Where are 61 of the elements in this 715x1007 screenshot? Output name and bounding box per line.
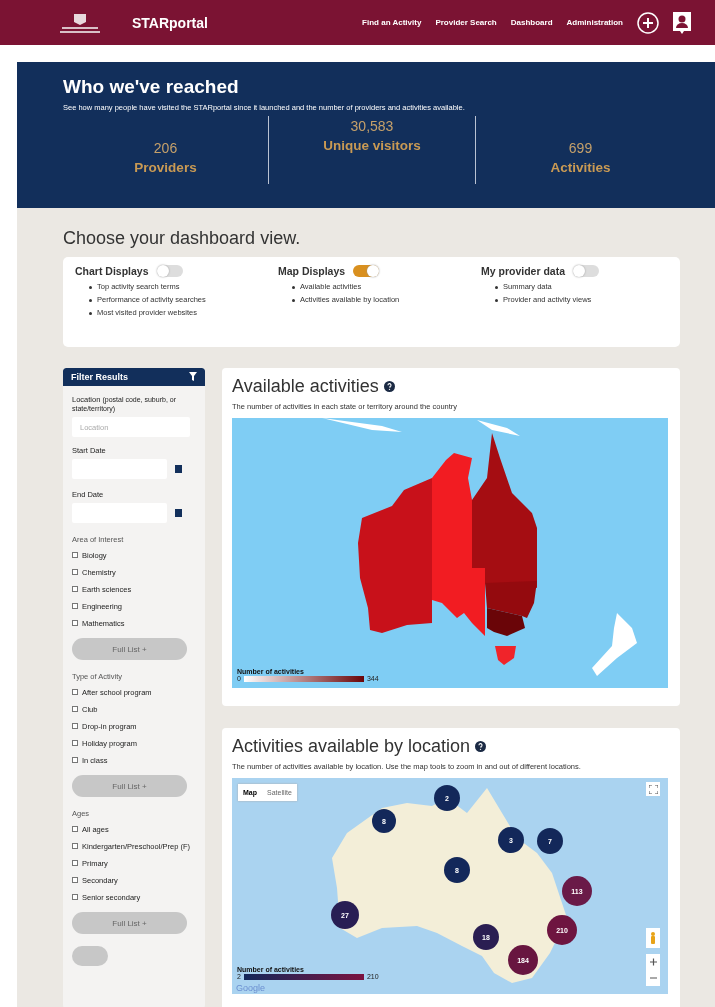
section-title: Choose your dashboard view. [63,228,302,249]
map-attribution: Google [236,983,266,993]
toggle-switch[interactable] [573,265,600,277]
help-icon[interactable] [383,381,395,392]
nav-link[interactable]: Dashboard [510,18,553,27]
clipped-button[interactable] [72,946,108,966]
full-list-button[interactable]: Full List + [72,912,187,934]
view-option-label: Chart Displays [75,265,149,277]
checkbox[interactable] [72,603,78,609]
stat-label: Unique visitors [323,138,421,153]
checkbox[interactable] [72,826,78,832]
bullet-icon [89,298,92,302]
island-drawing [592,613,637,676]
checkbox[interactable] [72,620,78,626]
banner-title: Who we've reached [63,76,240,98]
checkbox[interactable] [72,689,78,695]
view-option-label: My provider data [481,265,566,277]
bullet-icon [495,285,498,289]
full-list-button[interactable]: Full List + [72,775,187,797]
checkbox[interactable] [72,757,78,763]
checkbox[interactable] [72,860,78,866]
filter-icon[interactable] [189,372,197,381]
bullet-icon [292,298,295,302]
user-icon[interactable] [673,11,691,34]
checkbox[interactable] [72,894,78,900]
crest-logo [58,11,102,34]
island-drawing [477,420,520,436]
checkbox[interactable] [72,586,78,592]
zoom-control[interactable] [646,954,660,986]
checkbox[interactable] [72,723,78,729]
nav-link[interactable]: Provider Search [435,18,497,27]
bullet-icon [292,285,295,289]
nav-link[interactable]: Administration [566,18,623,27]
add-icon[interactable] [637,11,659,34]
bullet-icon [495,298,498,302]
checkbox[interactable] [72,569,78,575]
view-option-label: Map Displays [278,265,346,277]
checkbox[interactable] [72,877,78,883]
person-icon [650,932,656,944]
filter-title: Filter Results [71,372,128,382]
stat-label: Providers [134,159,197,175]
stat-value: 699 [568,139,593,156]
stat-value: 30,583 [350,118,394,134]
card-title: Activities available by location [232,736,471,757]
checkbox[interactable] [72,706,78,712]
stat-label: Activities [550,159,611,175]
bullet-icon [89,311,92,315]
checkbox[interactable] [72,552,78,558]
checkbox[interactable] [72,740,78,746]
stat-value: 206 [153,139,178,156]
checkbox[interactable] [72,843,78,849]
toggle-switch[interactable] [156,265,183,277]
help-icon[interactable] [475,741,487,752]
bullet-icon [89,285,92,289]
site-logo[interactable]: STARportal [132,14,208,31]
nav-link[interactable]: Find an Activity [362,18,422,27]
fullscreen-icon [648,784,658,794]
fullscreen-button[interactable] [646,782,660,796]
card-title: Available activities [232,376,379,397]
toggle-switch[interactable] [353,265,380,277]
full-list-button[interactable]: Full List + [72,638,187,660]
